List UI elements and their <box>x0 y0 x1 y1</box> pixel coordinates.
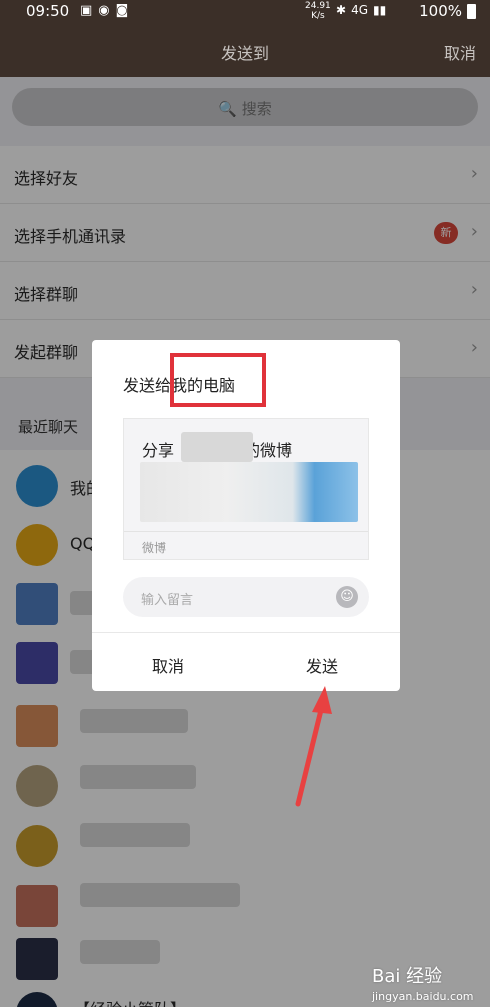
emoji-icon[interactable]: ☺ <box>336 586 358 608</box>
annotation-highlight-box <box>170 353 266 407</box>
notification-icons: ▣ ◉ ◙ <box>80 3 128 18</box>
page-title: 发送到 <box>220 44 269 63</box>
send-dialog: 发送给我的电脑 分享 的微博 微博 输入留言 ☺ 取消 发送 <box>92 340 400 691</box>
globe-icon: ◉ <box>98 3 110 18</box>
network-speed: 24.91 K/s <box>305 1 331 21</box>
title-bar: 发送到 取消 <box>0 24 490 77</box>
battery-icon <box>467 4 476 19</box>
system-icons: ✱ 4G ▮▮ <box>336 3 386 17</box>
lte-icon: 4G <box>351 3 368 17</box>
watermark-brand: Bai 经验 <box>372 966 443 987</box>
blurred-username <box>181 432 253 462</box>
watermark-url: jingyan.baidu.com <box>372 990 474 1003</box>
message-placeholder: 输入留言 <box>141 593 194 608</box>
dialog-cancel-button[interactable]: 取消 <box>152 653 184 677</box>
annotation-arrow-icon <box>295 686 332 807</box>
battery-percent: 100% <box>419 2 462 20</box>
dialog-send-button[interactable]: 发送 <box>306 653 338 677</box>
share-source: 微博 <box>142 541 167 555</box>
image-icon: ▣ <box>80 3 93 18</box>
bluetooth-icon: ✱ <box>336 3 347 17</box>
message-input[interactable]: 输入留言 ☺ <box>123 577 369 617</box>
send-to-prefix: 发送给 <box>123 376 172 395</box>
share-preview-card: 分享 的微博 微博 <box>123 418 369 560</box>
baidu-watermark: Bai 经验 jingyan.baidu.com <box>372 962 474 1003</box>
share-prefix: 分享 <box>142 441 175 460</box>
blurred-preview-image <box>140 462 358 522</box>
dialog-divider <box>92 632 400 633</box>
signal-icon: ▮▮ <box>373 3 387 17</box>
card-divider <box>124 531 368 532</box>
clock: 09:50 <box>26 2 70 20</box>
status-bar: 09:50 ▣ ◉ ◙ 24.91 K/s ✱ 4G ▮▮ 100% <box>0 0 490 24</box>
wifi-icon: ◙ <box>115 3 129 18</box>
header-cancel-button[interactable]: 取消 <box>444 40 476 64</box>
